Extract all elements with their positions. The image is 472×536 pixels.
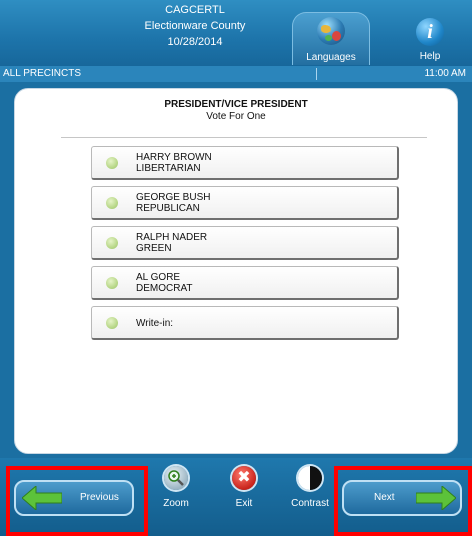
exit-icon: ✖ [232, 466, 256, 490]
write-in-option[interactable]: Write-in: [91, 306, 399, 340]
precinct-label: ALL PRECINCTS [3, 68, 81, 79]
header-bar: CAGCERTL Electionware County 10/28/2014 … [0, 0, 472, 66]
next-highlight-box [334, 466, 472, 536]
candidate-name: HARRY BROWN [136, 152, 212, 163]
candidate-name: AL GORE [136, 272, 181, 283]
county-name: Electionware County [144, 20, 246, 32]
previous-highlight-box [6, 466, 148, 536]
selection-bubble [106, 237, 118, 249]
divider [61, 137, 427, 138]
zoom-button[interactable]: Zoom [148, 466, 204, 509]
selection-bubble [106, 317, 118, 329]
exit-button[interactable]: ✖ Exit [216, 466, 272, 509]
contrast-button[interactable]: Contrast [282, 466, 338, 509]
election-date: 10/28/2014 [167, 36, 223, 48]
candidate-party: DEMOCRAT [136, 283, 193, 294]
info-icon: i [416, 18, 444, 46]
ballot-panel: PRESIDENT/VICE PRESIDENT Vote For One HA… [14, 88, 458, 454]
vote-instruction: Vote For One [206, 111, 266, 122]
languages-label: Languages [306, 52, 356, 63]
clock-time: 11:00 AM [424, 68, 466, 79]
exit-label: Exit [235, 498, 253, 509]
candidate-option-harry-brown[interactable]: HARRY BROWN LIBERTARIAN [91, 146, 399, 180]
write-in-label: Write-in: [136, 318, 174, 329]
help-button[interactable]: i Help [402, 12, 458, 64]
candidate-name: RALPH NADER [136, 232, 208, 243]
zoom-icon [164, 466, 188, 490]
zoom-label: Zoom [163, 498, 189, 509]
status-bar: ALL PRECINCTS 11:00 AM [0, 66, 472, 82]
languages-button[interactable]: Languages [292, 12, 370, 65]
contest-title: PRESIDENT/VICE PRESIDENT [164, 99, 308, 110]
selection-bubble [106, 277, 118, 289]
candidate-option-ralph-nader[interactable]: RALPH NADER GREEN [91, 226, 399, 260]
status-divider [316, 68, 317, 80]
election-code: CAGCERTL [165, 4, 225, 16]
contrast-icon [298, 466, 322, 490]
help-label: Help [419, 51, 441, 62]
candidate-option-al-gore[interactable]: AL GORE DEMOCRAT [91, 266, 399, 300]
selection-bubble [106, 157, 118, 169]
candidate-name: GEORGE BUSH [136, 192, 211, 203]
candidate-option-george-bush[interactable]: GEORGE BUSH REPUBLICAN [91, 186, 399, 220]
globe-icon [317, 17, 345, 45]
candidate-party: REPUBLICAN [136, 203, 200, 214]
candidate-party: LIBERTARIAN [136, 163, 201, 174]
election-info: CAGCERTL Electionware County 10/28/2014 [120, 2, 270, 50]
contrast-label: Contrast [291, 498, 329, 509]
selection-bubble [106, 197, 118, 209]
candidate-party: GREEN [136, 243, 172, 254]
